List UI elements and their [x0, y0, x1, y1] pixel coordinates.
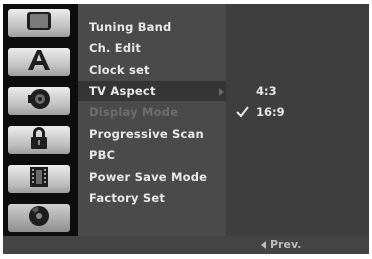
tab-language[interactable] [8, 48, 70, 76]
checkmark-icon [236, 103, 249, 118]
category-icon-bar [3, 4, 78, 236]
disc-icon [27, 205, 51, 231]
tab-audio[interactable] [8, 87, 70, 115]
language-letter-icon [26, 49, 52, 75]
menu-item-clock-set[interactable]: Clock set [89, 60, 150, 80]
lock-icon [28, 126, 50, 154]
tab-others[interactable] [8, 165, 70, 193]
tab-display[interactable] [8, 9, 70, 37]
prev-label: Prev. [270, 238, 302, 251]
tab-lock[interactable] [8, 126, 70, 154]
menu-item-display-mode: Display Mode [89, 105, 179, 119]
tab-disc[interactable] [8, 204, 70, 232]
dvd-setup-screen: Tuning Band Ch. Edit Clock set TV Aspect… [3, 4, 369, 254]
submenu-arrow-icon [219, 88, 224, 96]
menu-item-ch-edit[interactable]: Ch. Edit [89, 38, 141, 58]
option-4-3[interactable]: 4:3 [256, 81, 277, 101]
menu-item-tv-aspect[interactable]: TV Aspect [89, 81, 156, 101]
menu-item-power-save-mode[interactable]: Power Save Mode [89, 167, 207, 187]
speaker-icon [26, 88, 52, 114]
bottom-help-bar [3, 236, 369, 254]
menu-item-factory-set[interactable]: Factory Set [89, 188, 165, 208]
options-panel [226, 4, 369, 236]
film-icon [28, 166, 50, 192]
tv-icon [26, 11, 52, 35]
left-arrow-icon [261, 241, 266, 249]
menu-item-pbc[interactable]: PBC [89, 145, 115, 165]
option-16-9[interactable]: 16:9 [256, 102, 285, 122]
menu-item-tuning-band[interactable]: Tuning Band [89, 17, 171, 37]
prev-hint[interactable]: Prev. [261, 238, 301, 252]
menu-item-progressive-scan[interactable]: Progressive Scan [89, 124, 204, 144]
